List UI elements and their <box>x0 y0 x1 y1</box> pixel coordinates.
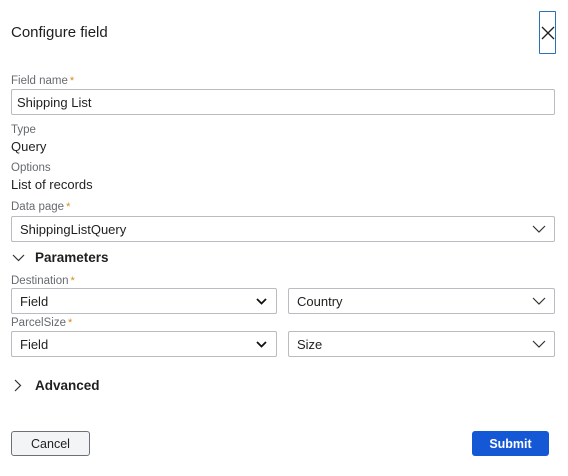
options-value: List of records <box>11 177 93 192</box>
dialog-title: Configure field <box>11 24 108 41</box>
cancel-button[interactable]: Cancel <box>11 431 90 456</box>
destination-label: Destination * <box>11 275 75 287</box>
required-star: * <box>69 75 75 87</box>
chevron-down-icon <box>11 251 25 265</box>
configure-field-dialog: Configure field Field name * Shipping Lis… <box>0 0 568 476</box>
type-value: Query <box>11 139 47 154</box>
submit-button[interactable]: Submit <box>472 431 549 456</box>
chevron-right-icon <box>11 379 25 393</box>
advanced-section-toggle[interactable]: Advanced <box>11 378 100 393</box>
data-page-select[interactable]: ShippingListQuery <box>11 216 555 242</box>
field-name-input[interactable]: Shipping List <box>11 89 555 115</box>
chevron-down-icon <box>532 339 546 349</box>
field-name-label: Field name * <box>11 75 75 87</box>
options-label: Options <box>11 162 51 174</box>
parameters-section-toggle[interactable]: Parameters <box>11 250 109 265</box>
parcel-size-label: ParcelSize * <box>11 317 73 329</box>
chevron-down-icon <box>532 224 546 234</box>
required-star: * <box>67 317 73 329</box>
chevron-down-icon <box>254 296 268 306</box>
chevron-down-icon <box>532 296 546 306</box>
parameters-title: Parameters <box>35 250 109 265</box>
advanced-title: Advanced <box>35 378 100 393</box>
data-page-label: Data page * <box>11 201 71 213</box>
parcel-size-source-select[interactable]: Field <box>11 331 277 357</box>
destination-source-select[interactable]: Field <box>11 288 277 314</box>
chevron-down-icon <box>254 339 268 349</box>
type-label: Type <box>11 124 36 136</box>
required-star: * <box>70 275 75 287</box>
close-button[interactable] <box>539 11 556 54</box>
required-star: * <box>66 201 71 213</box>
parcel-size-value-select[interactable]: Size <box>288 331 555 357</box>
close-icon <box>541 26 554 39</box>
destination-value-select[interactable]: Country <box>288 288 555 314</box>
